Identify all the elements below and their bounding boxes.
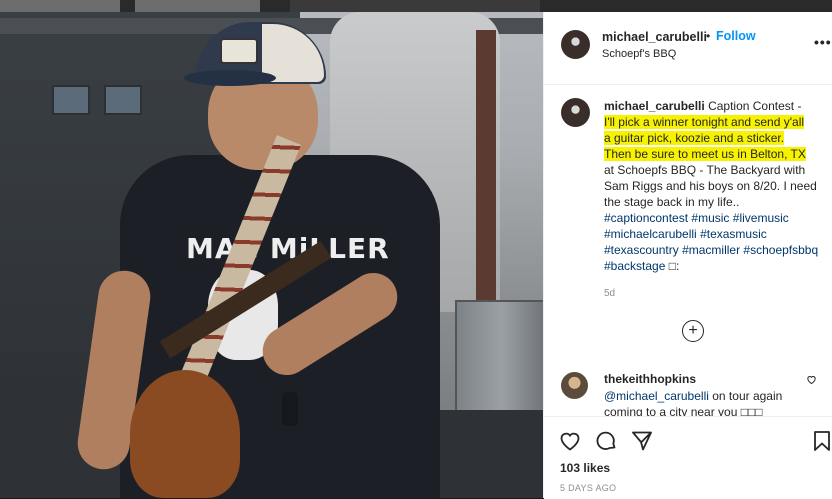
caption-highlight-2: a guitar pick, koozie and a sticker.	[604, 131, 785, 145]
load-more-comments-button[interactable]: +	[682, 320, 704, 342]
comment-text: @michael_carubelli on tour again coming …	[604, 388, 809, 416]
photo-top-strip	[0, 0, 543, 12]
post-location[interactable]: Schoepf's BBQ	[602, 48, 676, 60]
caption-trailing-glyph: □:	[668, 259, 680, 273]
caption-time-ago[interactable]: 5d	[604, 288, 615, 299]
hashtag-link[interactable]: #macmiller	[682, 243, 740, 257]
share-icon[interactable]	[630, 429, 654, 453]
comment-item: thekeithhopkins @michael_carubelli on to…	[544, 368, 832, 416]
hashtag-link[interactable]: #music	[691, 211, 729, 225]
outlet-box	[104, 85, 142, 115]
hashtag-link[interactable]: #captioncontest	[604, 211, 688, 225]
follow-button[interactable]: Follow	[716, 29, 756, 43]
heart-icon[interactable]	[558, 429, 582, 453]
cap-brim	[184, 70, 276, 86]
caption-highlight-3: Then be sure to meet us in Belton, TX	[604, 147, 806, 161]
comment-like-heart-icon[interactable]	[806, 374, 817, 388]
post-header: michael_carubelli • Follow Schoepf's BBQ…	[544, 12, 832, 85]
post-date[interactable]: 5 DAYS AGO	[560, 483, 616, 493]
commenter-username[interactable]: thekeithhopkins	[604, 372, 696, 386]
caption-username[interactable]: michael_carubelli	[604, 99, 705, 113]
author-username[interactable]: michael_carubelli	[602, 30, 707, 44]
caption-body: at Schoepfs BBQ - The Backyard with Sam …	[604, 163, 817, 209]
hashtag-link[interactable]: #livemusic	[733, 211, 789, 225]
cap-patch	[220, 38, 258, 64]
comment-mention-link[interactable]: @michael_carubelli	[604, 389, 709, 403]
caption-lead: Caption Contest -	[708, 99, 802, 113]
post-photo[interactable]: MAC MiLLER	[0, 0, 543, 498]
hashtag-link[interactable]: #schoepfsbbq	[743, 243, 818, 257]
hashtag-link[interactable]: #michaelcarubelli	[604, 227, 697, 241]
follow-separator: •	[706, 29, 711, 43]
bookmark-icon[interactable]	[810, 429, 832, 453]
hashtag-link[interactable]: #texasmusic	[700, 227, 767, 241]
post-caption: michael_carubelli Caption Contest - I'll…	[604, 98, 826, 274]
post-panel: michael_carubelli • Follow Schoepf's BBQ…	[543, 12, 832, 499]
author-avatar[interactable]	[561, 30, 590, 59]
top-strip-right	[543, 0, 832, 12]
hashtag-link[interactable]: #texascountry	[604, 243, 679, 257]
hashtag-link[interactable]: #backstage	[604, 259, 665, 273]
comment-icon[interactable]	[594, 429, 618, 453]
caption-block: michael_carubelli Caption Contest - I'll…	[544, 84, 832, 374]
more-options-icon[interactable]: •••	[814, 34, 832, 50]
guitar-body	[130, 370, 240, 498]
post-actions: 103 likes 5 DAYS AGO	[544, 416, 832, 499]
caption-highlight-1: I'll pick a winner tonight and send y'al…	[604, 115, 805, 129]
wrist-watch	[282, 392, 298, 426]
outlet-box	[52, 85, 90, 115]
likes-count[interactable]: 103 likes	[560, 461, 610, 475]
caption-avatar[interactable]	[561, 98, 590, 127]
commenter-avatar[interactable]	[561, 372, 588, 399]
